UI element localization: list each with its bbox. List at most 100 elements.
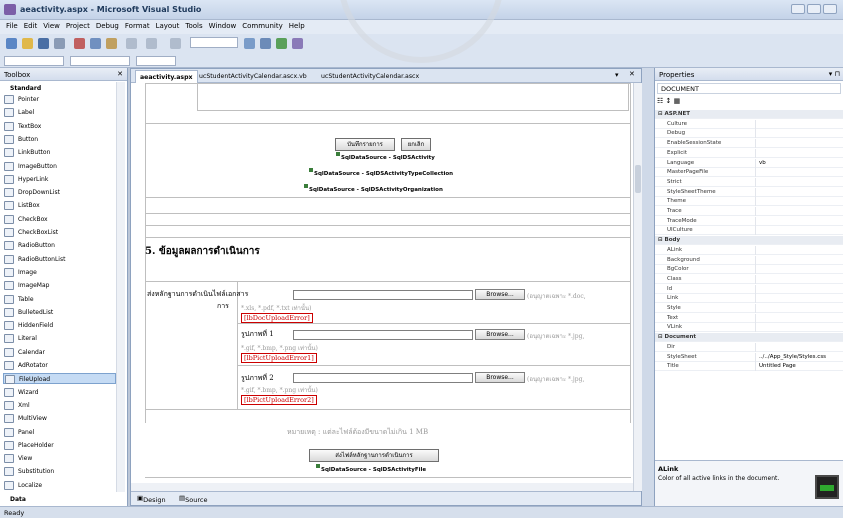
- property-row[interactable]: Debug: [655, 129, 843, 139]
- editor-horizontal-scrollbar[interactable]: [131, 483, 633, 491]
- toolbox-item-literal[interactable]: Literal: [3, 333, 37, 344]
- property-category[interactable]: ⊟ Document: [655, 333, 843, 343]
- property-row[interactable]: Background: [655, 255, 843, 265]
- property-row[interactable]: Dir: [655, 342, 843, 352]
- tab-source[interactable]: ▤ Source: [179, 494, 207, 504]
- tab-calendar-vb[interactable]: ucStudentActivityCalendar.ascx.vb: [195, 70, 311, 83]
- minimize-button[interactable]: [791, 4, 805, 14]
- property-row[interactable]: Title Untitled Page: [655, 362, 843, 372]
- toolbox-item-adrotator[interactable]: AdRotator: [3, 360, 48, 371]
- property-row[interactable]: Text: [655, 313, 843, 323]
- panel-splitter[interactable]: [642, 68, 654, 506]
- scroll-thumb[interactable]: [635, 165, 641, 193]
- toolbox-item-fileupload[interactable]: FileUpload: [3, 373, 116, 385]
- close-button[interactable]: [823, 4, 837, 14]
- property-row[interactable]: Strict: [655, 177, 843, 187]
- toolbox-scrollbar[interactable]: [116, 82, 125, 492]
- cut-icon[interactable]: [74, 38, 85, 49]
- property-category[interactable]: ⊟ Body: [655, 236, 843, 246]
- property-row[interactable]: StyleSheet ../../App_Style/Styles.css: [655, 352, 843, 362]
- toolbox-item-hyperlink[interactable]: HyperLink: [3, 174, 48, 185]
- solution-explorer-icon[interactable]: [260, 38, 271, 49]
- toolbox-item-xml[interactable]: Xml: [3, 400, 30, 411]
- toolbox-item-calendar[interactable]: Calendar: [3, 347, 45, 358]
- property-pages-icon[interactable]: ▦: [674, 97, 681, 105]
- properties-icon[interactable]: [276, 38, 287, 49]
- tab-calendar-ascx[interactable]: ucStudentActivityCalendar.ascx: [317, 70, 423, 83]
- save-all-icon[interactable]: [54, 38, 65, 49]
- menu-edit[interactable]: Edit: [24, 22, 38, 30]
- open-file-icon[interactable]: [22, 38, 33, 49]
- toolbox-item-pointer[interactable]: Pointer: [3, 94, 39, 105]
- property-row[interactable]: BgColor: [655, 265, 843, 275]
- property-row[interactable]: ALink: [655, 245, 843, 255]
- toolbox-item-button[interactable]: Button: [3, 134, 38, 145]
- property-category[interactable]: ⊟ ASP.NET: [655, 110, 843, 119]
- object-selector[interactable]: DOCUMENT: [657, 83, 841, 94]
- toolbox-item-radiobuttonlist[interactable]: RadioButtonList: [3, 254, 65, 265]
- property-row[interactable]: EnableSessionState: [655, 139, 843, 149]
- toolbox-item-radiobutton[interactable]: RadioButton: [3, 240, 55, 251]
- pin-icon[interactable]: ▾ ⊓: [829, 70, 840, 78]
- toolbox-item-textbox[interactable]: TextBox: [3, 121, 41, 132]
- close-icon[interactable]: ✕: [117, 70, 123, 78]
- menu-debug[interactable]: Debug: [96, 22, 119, 30]
- send-evidence-button[interactable]: ส่งไฟล์หลักฐานการดำเนินการ: [309, 449, 439, 462]
- toolbox-item-table[interactable]: Table: [3, 294, 34, 305]
- menu-format[interactable]: Format: [125, 22, 150, 30]
- property-row[interactable]: VLink: [655, 323, 843, 333]
- picture2-browse-button[interactable]: Browse...: [475, 372, 525, 383]
- cancel-button[interactable]: ยกเลิก: [401, 138, 431, 151]
- save-record-button[interactable]: บันทึกรายการ: [335, 138, 395, 151]
- menu-view[interactable]: View: [43, 22, 60, 30]
- menu-tools[interactable]: Tools: [185, 22, 202, 30]
- toolbox-item-label[interactable]: Label: [3, 107, 34, 118]
- toolbox-group-standard[interactable]: Standard: [3, 83, 41, 94]
- property-row[interactable]: Link: [655, 294, 843, 304]
- toolbox-item-linkbutton[interactable]: LinkButton: [3, 147, 50, 158]
- toolbox-item-placeholder[interactable]: PlaceHolder: [3, 440, 54, 451]
- property-row[interactable]: Explicit: [655, 148, 843, 158]
- save-icon[interactable]: [38, 38, 49, 49]
- toolbox-item-view[interactable]: View: [3, 453, 32, 464]
- font-size-dropdown[interactable]: [136, 56, 176, 66]
- property-row[interactable]: Class: [655, 274, 843, 284]
- toolbox-item-panel[interactable]: Panel: [3, 427, 34, 438]
- menu-file[interactable]: File: [6, 22, 18, 30]
- toolbox-item-bulletedlist[interactable]: BulletedList: [3, 307, 53, 318]
- block-format-dropdown[interactable]: [4, 56, 64, 66]
- tab-design[interactable]: ▣ Design: [137, 494, 166, 504]
- toolbox-item-listbox[interactable]: ListBox: [3, 200, 40, 211]
- property-row[interactable]: Style: [655, 304, 843, 313]
- toolbox-item-wizard[interactable]: Wizard: [3, 387, 38, 398]
- redo-icon[interactable]: [146, 38, 157, 49]
- tab-aeactivity-aspx[interactable]: aeactivity.aspx: [135, 70, 198, 83]
- toolbox-item-imagemap[interactable]: ImageMap: [3, 280, 49, 291]
- toolbox-item-substitution[interactable]: Substitution: [3, 466, 54, 477]
- undo-icon[interactable]: [126, 38, 137, 49]
- menu-help[interactable]: Help: [289, 22, 305, 30]
- property-row[interactable]: UICulture: [655, 226, 843, 236]
- copy-icon[interactable]: [90, 38, 101, 49]
- find-icon[interactable]: [244, 38, 255, 49]
- picture1-file-input[interactable]: [293, 330, 473, 340]
- property-row[interactable]: Trace: [655, 207, 843, 216]
- remark-textarea[interactable]: [197, 83, 629, 111]
- toolbox-item-localize[interactable]: Localize: [3, 480, 42, 491]
- property-row[interactable]: Culture: [655, 119, 843, 129]
- new-project-icon[interactable]: [6, 38, 17, 49]
- toolbox-item-imagebutton[interactable]: ImageButton: [3, 161, 57, 172]
- menu-community[interactable]: Community: [242, 22, 283, 30]
- toolbox-item-checkboxlist[interactable]: CheckBoxList: [3, 227, 58, 238]
- toolbox-item-image[interactable]: Image: [3, 267, 37, 278]
- tab-dropdown-icon[interactable]: ▾: [615, 71, 619, 79]
- doc-browse-button[interactable]: Browse...: [475, 289, 525, 300]
- menu-window[interactable]: Window: [209, 22, 237, 30]
- property-row[interactable]: Language vb: [655, 158, 843, 168]
- property-row[interactable]: MasterPageFile: [655, 168, 843, 178]
- paste-icon[interactable]: [106, 38, 117, 49]
- toolbox-item-dropdownlist[interactable]: DropDownList: [3, 187, 60, 198]
- alphabetical-icon[interactable]: ↕: [666, 97, 672, 105]
- toolbox-group-data[interactable]: Data: [3, 494, 26, 505]
- maximize-button[interactable]: [807, 4, 821, 14]
